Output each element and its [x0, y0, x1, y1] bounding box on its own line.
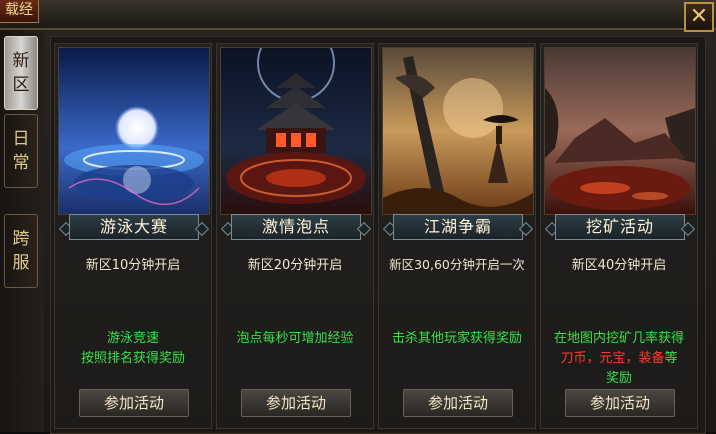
tab-daily[interactable]: 日 常 [4, 114, 38, 188]
activity-open-time: 新区30,60分钟开启一次 [389, 257, 525, 272]
tab-label-bottom: 常 [12, 153, 30, 173]
swimming-image [58, 47, 210, 215]
activity-description: 击杀其他玩家获得奖励 [381, 329, 533, 349]
activity-card-afk-exp: 激情泡点 新区20分钟开启 泡点每秒可增加经验 参加活动 [216, 43, 374, 429]
join-activity-button[interactable]: 参加活动 [565, 389, 675, 417]
afk-exp-image [220, 47, 372, 215]
activity-card-swimming: 游泳大赛 新区10分钟开启 游泳竞速 按照排名获得奖励 参加活动 [54, 43, 212, 429]
jianghu-image [382, 47, 534, 215]
description-line: 按照排名获得奖励 [80, 351, 185, 366]
description-line: 刀币，元宝，装备等 [543, 349, 695, 369]
tab-label-bottom: 服 [12, 253, 30, 273]
activity-card-jianghu: 江湖争霸 新区30,60分钟开启一次 击杀其他玩家获得奖励 参加活动 [378, 43, 536, 429]
mining-image [544, 47, 696, 215]
description-line: 击杀其他玩家获得奖励 [391, 331, 522, 346]
activity-title: 挖矿活动 [555, 214, 685, 240]
activity-description: 泡点每秒可增加经验 [219, 329, 371, 349]
join-activity-button[interactable]: 参加活动 [79, 389, 189, 417]
activity-title: 激情泡点 [231, 214, 361, 240]
description-line: 在地图内挖矿几率获得 [553, 331, 684, 346]
description-line: 奖励 [605, 371, 632, 386]
activity-open-time: 新区10分钟开启 [85, 258, 181, 273]
description-tail: 等 [664, 351, 678, 366]
join-activity-button[interactable]: 参加活动 [403, 389, 513, 417]
activity-description: 在地图内挖矿几率获得 刀币，元宝，装备等 奖励 [543, 329, 695, 389]
reward-highlight: 刀币，元宝，装备 [560, 351, 665, 366]
activity-title: 江湖争霸 [393, 214, 523, 240]
activity-description: 游泳竞速 按照排名获得奖励 [57, 329, 209, 369]
tab-label-top: 跨 [12, 229, 30, 249]
window-title-tab: 载经 [0, 0, 39, 23]
activity-open-time: 新区40分钟开启 [571, 258, 667, 273]
tab-new-server[interactable]: 新 区 [4, 36, 38, 110]
activity-list-panel: 游泳大赛 新区10分钟开启 游泳竞速 按照排名获得奖励 参加活动 激情泡点 新区… [50, 36, 706, 434]
join-activity-button[interactable]: 参加活动 [241, 389, 351, 417]
description-line: 泡点每秒可增加经验 [236, 331, 354, 346]
tab-label-top: 新 [12, 51, 30, 71]
tab-label-bottom: 区 [12, 75, 30, 95]
close-button[interactable]: ✕ [684, 2, 714, 32]
activity-open-time: 新区20分钟开启 [247, 258, 343, 273]
tab-cross-server[interactable]: 跨 服 [4, 214, 38, 288]
description-line: 游泳竞速 [106, 331, 159, 346]
tab-label-top: 日 [12, 129, 30, 149]
category-sidebar: 新 区 日 常 跨 服 [0, 30, 44, 432]
activity-card-mining: 挖矿活动 新区40分钟开启 在地图内挖矿几率获得 刀币，元宝，装备等 奖励 参加… [540, 43, 698, 429]
activity-window: 载经 ✕ 新 区 日 常 跨 服 游泳大赛 新区10分钟开启 游泳竞速 按照排名… [0, 0, 716, 434]
title-bar: 载经 [0, 0, 716, 30]
activity-title: 游泳大赛 [69, 214, 199, 240]
